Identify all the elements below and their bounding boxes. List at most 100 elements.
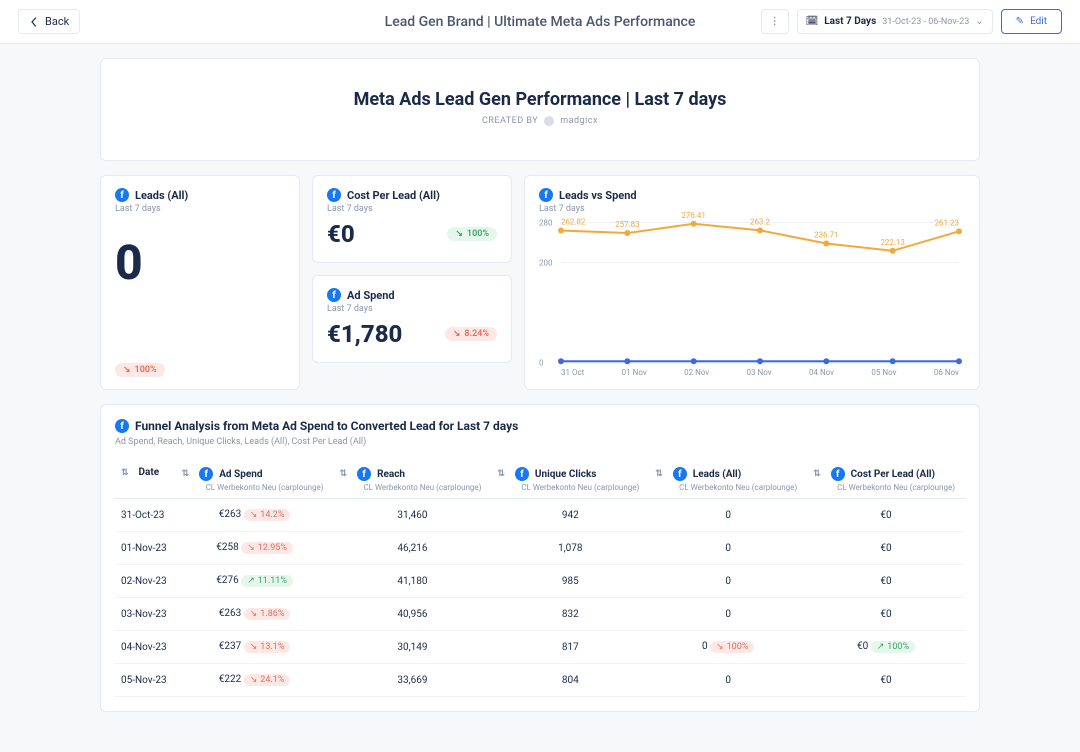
back-button[interactable]: Back [18,9,80,34]
trend-down-icon: ↘ [123,365,131,375]
topbar: Back Lead Gen Brand | Ultimate Meta Ads … [0,0,1080,44]
x-tick-label: 06 Nov [934,368,959,377]
facebook-icon: f [115,188,129,202]
facebook-icon: f [327,288,341,302]
trend-down-icon: ↘ [247,543,255,553]
cell-clicks: 1,078 [491,532,649,565]
column-header-leads[interactable]: ⇅fLeads (All)CL Werbekonto Neu (carploun… [649,457,807,499]
card-leads-vs-spend: fLeads vs Spend Last 7 days 0200280 262.… [524,175,980,390]
chart-data-point [757,227,763,233]
delta-chip: ↘12.95% [241,542,293,554]
trend-down-icon: ↘ [250,510,258,520]
cell-leads: 0 [649,664,807,697]
chart-data-point [691,221,697,227]
brand-logo-icon [544,116,554,126]
chart-subtitle: Last 7 days [539,204,965,214]
sort-icon: ⇅ [497,469,505,479]
column-header-cpl[interactable]: ⇅fCost Per Lead (All)CL Werbekonto Neu (… [807,457,965,499]
cell-clicks: 832 [491,598,649,631]
cell-leads: 0 [649,565,807,598]
delta-chip: ↗100% [871,641,915,653]
column-label: Cost Per Lead (All) [851,469,935,480]
facebook-icon: f [539,188,553,202]
chart-data-point [558,228,564,234]
cell-reach: 46,216 [334,532,492,565]
facebook-icon: f [199,467,213,481]
chart-x-axis: 31 Oct01 Nov02 Nov03 Nov04 Nov05 Nov06 N… [561,368,959,377]
column-sublabel: CL Werbekonto Neu (carplounge) [202,483,328,492]
funnel-title: Funnel Analysis from Meta Ad Spend to Co… [135,419,518,433]
x-tick-label: 31 Oct [561,368,584,377]
trend-down-icon: ↘ [250,609,258,619]
facebook-icon: f [357,467,371,481]
line-chart: 262.82257.83276.41263.2236.71222.13261.2… [561,222,959,361]
x-tick-label: 03 Nov [747,368,772,377]
cell-reach: 31,460 [334,499,492,532]
chart-data-point [823,241,829,247]
delta-chip: ↘100% [447,227,497,241]
cell-date: 02-Nov-23 [115,565,176,598]
column-header-date[interactable]: ⇅Date [115,457,176,499]
cell-date: 05-Nov-23 [115,664,176,697]
card-cost-per-lead: fCost Per Lead (All) Last 7 days €0 ↘100… [312,175,512,263]
cell-clicks: 804 [491,664,649,697]
chart-point-label: 262.82 [561,218,586,227]
card-title: Cost Per Lead (All) [347,189,440,202]
column-sublabel: CL Werbekonto Neu (carplounge) [517,483,643,492]
created-by-label: CREATED BY [482,116,538,126]
chart-point-label: 263.2 [750,217,770,226]
y-tick-label: 280 [539,219,553,228]
hero-card: Meta Ads Lead Gen Performance | Last 7 d… [100,58,980,161]
edit-label: Edit [1030,16,1047,27]
card-leads-all: fLeads (All) Last 7 days 0 ↘100% [100,175,300,390]
delta-chip: ↘100% [710,641,754,653]
created-by: CREATED BY madgicx [101,116,979,126]
facebook-icon: f [515,467,529,481]
column-sublabel: CL Werbekonto Neu (carplounge) [675,483,801,492]
cell-reach: 41,180 [334,565,492,598]
table-row: 31-Oct-23 €263 ↘14.2% 31,460 942 0 €0 [115,499,965,532]
page-title: Lead Gen Brand | Ultimate Meta Ads Perfo… [385,14,696,30]
chart-point-label: 222.13 [880,238,904,247]
edit-button[interactable]: ✎ Edit [1001,9,1062,34]
more-menu-button[interactable]: ⋮ [761,9,789,34]
card-title: Leads (All) [135,189,188,202]
cell-cpl: €0 ↗100% [807,631,965,664]
x-tick-label: 05 Nov [871,368,896,377]
x-tick-label: 01 Nov [622,368,647,377]
chevron-down-icon: ⌄ [975,16,983,27]
metric-value: €0 [327,220,355,248]
card-funnel-analysis: f Funnel Analysis from Meta Ad Spend to C… [100,404,980,712]
facebook-icon: f [673,467,687,481]
delta-value: 8.24% [464,329,489,339]
trend-down-icon: ↘ [250,642,258,652]
chart-data-point [956,228,962,234]
cell-spend: €263 ↘14.2% [176,499,334,532]
table-row: 04-Nov-23 €237 ↘13.1% 30,149 817 0 ↘100%… [115,631,965,664]
table-row: 05-Nov-23 €222 ↘24.1% 33,669 804 0 €0 [115,664,965,697]
cell-leads: 0 ↘100% [649,631,807,664]
cell-clicks: 942 [491,499,649,532]
chart-point-label: 236.71 [814,231,838,240]
column-header-reach[interactable]: ⇅fReachCL Werbekonto Neu (carplounge) [334,457,492,499]
cell-leads: 0 [649,598,807,631]
cell-reach: 30,149 [334,631,492,664]
cell-cpl: €0 [807,565,965,598]
column-label: Reach [377,469,405,480]
column-header-clicks[interactable]: ⇅fUnique ClicksCL Werbekonto Neu (carplo… [491,457,649,499]
delta-chip: ↗11.11% [241,575,293,587]
chart-plot-area: 0200280 262.82257.83276.41263.2236.71222… [561,222,959,362]
delta-chip: ↘ 100% [115,363,165,377]
column-label: Leads (All) [693,469,741,480]
sort-icon: ⇅ [121,468,129,478]
facebook-icon: f [831,467,845,481]
delta-value: 100% [135,365,157,375]
chart-point-label: 261.23 [935,218,959,227]
card-subtitle: Last 7 days [327,304,497,314]
sort-icon: ⇅ [813,469,821,479]
cell-date: 03-Nov-23 [115,598,176,631]
cell-clicks: 817 [491,631,649,664]
date-range-picker[interactable]: 🗓 Last 7 Days 31-Oct-23 - 06-Nov-23 ⌄ [797,9,993,34]
chart-point-label: 257.83 [615,220,639,229]
column-header-spend[interactable]: ⇅fAd SpendCL Werbekonto Neu (carplounge) [176,457,334,499]
